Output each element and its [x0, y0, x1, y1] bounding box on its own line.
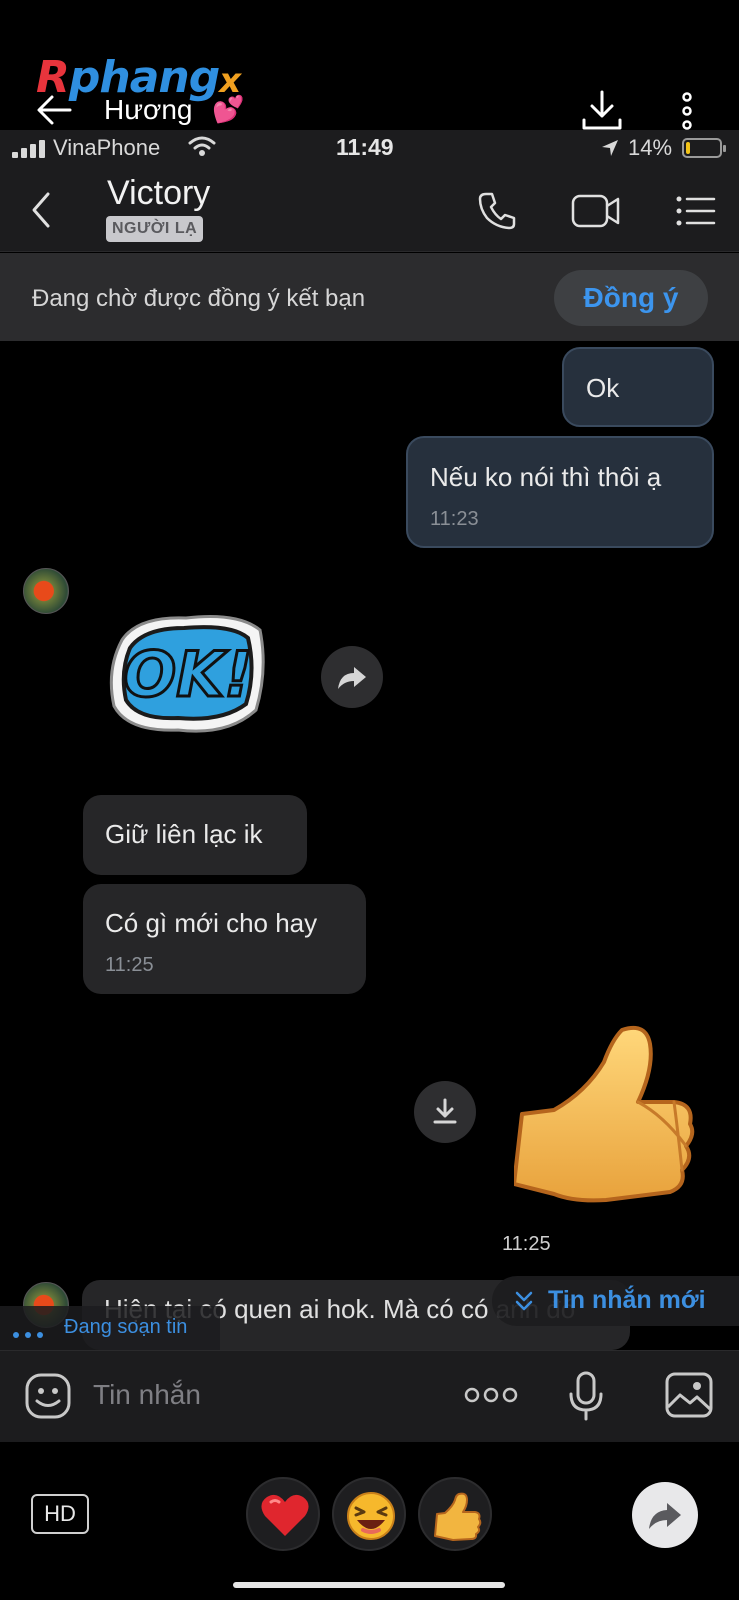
thumbs-up-icon [434, 1492, 482, 1541]
accept-friend-button[interactable]: Đồng ý [554, 270, 708, 326]
hd-toggle-button[interactable]: HD [31, 1494, 89, 1534]
share-icon [649, 1503, 681, 1529]
typing-indicator-text: Đang soạn tin [64, 1316, 188, 1338]
heart-icon [261, 1494, 309, 1536]
more-vertical-icon[interactable] [680, 92, 694, 130]
battery-percent: 14% [628, 135, 673, 160]
chevron-left-icon[interactable] [28, 190, 56, 230]
share-icon [338, 667, 366, 689]
viewer-title: Hương [104, 94, 193, 125]
download-sticker-button[interactable] [414, 1081, 476, 1143]
thumbs-up-sticker[interactable] [512, 1022, 704, 1222]
emoji-icon[interactable] [24, 1372, 72, 1425]
message-bubble-incoming[interactable]: Giữ liên lạc ik [83, 795, 307, 875]
message-text: Giữ liên lạc ik [105, 819, 263, 849]
battery-icon [682, 138, 726, 158]
message-bubble-outgoing[interactable]: Ok [562, 347, 714, 427]
microphone-icon[interactable] [568, 1370, 604, 1427]
location-icon [600, 138, 620, 163]
pending-friend-text: Đang chờ được đồng ý kết bạn [32, 285, 366, 312]
heart-icon: 💕 [212, 94, 245, 124]
arrow-left-icon[interactable] [34, 92, 74, 128]
stranger-badge: NGƯỜI LẠ [106, 216, 204, 242]
image-icon[interactable] [664, 1371, 714, 1424]
battery-fill [686, 142, 690, 154]
reaction-laugh-button[interactable] [332, 1477, 406, 1551]
laughing-face-icon [347, 1492, 395, 1540]
typing-dots-icon [12, 1326, 46, 1344]
wifi-icon [188, 135, 216, 162]
home-indicator [233, 1582, 505, 1588]
status-time: 11:49 [336, 134, 394, 160]
message-bubble-incoming[interactable]: Có gì mới cho hay 11:25 [83, 884, 366, 994]
forward-button[interactable] [321, 646, 383, 708]
contact-name[interactable]: Victory [107, 174, 210, 213]
share-button[interactable] [632, 1482, 698, 1548]
message-bubble-outgoing[interactable]: Nếu ko nói thì thôi ạ 11:23 [406, 436, 714, 548]
message-time: 11:25 [105, 954, 154, 976]
signal-icon [12, 140, 46, 163]
message-time: 11:23 [430, 508, 479, 530]
message-text: Nếu ko nói thì thôi ạ [430, 462, 662, 492]
menu-list-icon[interactable] [674, 190, 716, 237]
double-chevron-down-icon [514, 1290, 534, 1317]
new-message-label[interactable]: Tin nhắn mới [548, 1286, 706, 1315]
message-text: Ok [586, 373, 620, 403]
more-horizontal-icon[interactable] [464, 1385, 518, 1410]
reaction-heart-button[interactable] [246, 1477, 320, 1551]
download-icon [433, 1098, 457, 1124]
ok-sticker[interactable]: OK! [108, 610, 268, 738]
ok-sticker-text: OK! [123, 638, 252, 711]
download-icon[interactable] [580, 88, 624, 132]
reaction-thumbs-up-button[interactable] [418, 1477, 492, 1551]
message-text: Có gì mới cho hay [105, 908, 318, 938]
video-call-icon[interactable] [570, 190, 622, 237]
message-time: 11:25 [502, 1233, 551, 1255]
message-input[interactable]: Tin nhắn [93, 1379, 201, 1411]
carrier-name: VinaPhone [53, 135, 161, 160]
phone-icon[interactable] [476, 190, 518, 237]
avatar[interactable] [23, 568, 69, 614]
